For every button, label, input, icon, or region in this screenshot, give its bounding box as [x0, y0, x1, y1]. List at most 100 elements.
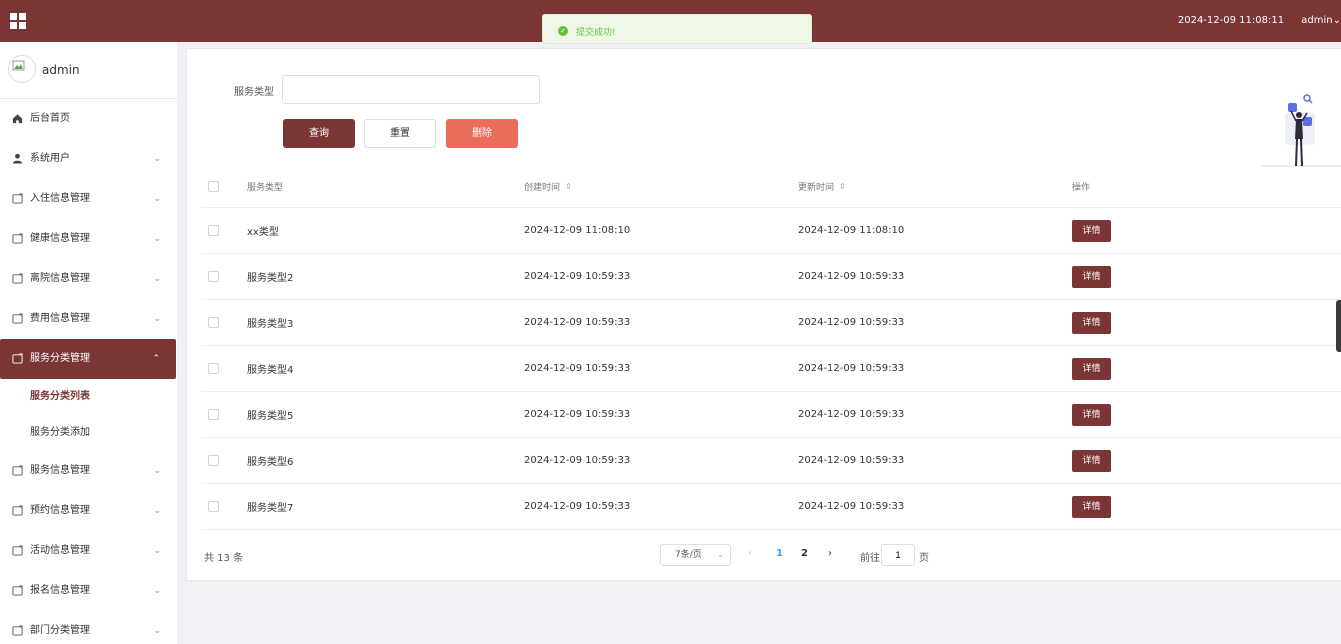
table-row: 服务类型6 2024-12-09 10:59:33 2024-12-09 10:… — [201, 438, 1341, 484]
home-icon — [12, 114, 23, 124]
sidebar-item-discharge[interactable]: 离院信息管理 ⌄ — [0, 259, 177, 299]
detail-button[interactable]: 详情 — [1072, 403, 1111, 426]
cell-updated-time: 2024-12-09 10:59:33 — [798, 363, 905, 374]
sidebar-item-activity[interactable]: 活动信息管理 ⌄ — [0, 531, 177, 571]
sidebar-item-service-info[interactable]: 服务信息管理 ⌄ — [0, 451, 177, 491]
header-label: 更新时间 — [798, 182, 835, 193]
row-checkbox[interactable] — [208, 363, 219, 374]
detail-button[interactable]: 详情 — [1072, 495, 1111, 518]
sidebar-item-health[interactable]: 健康信息管理 ⌄ — [0, 219, 177, 259]
sidebar-subitem-service-category-add[interactable]: 服务分类添加 — [0, 415, 177, 451]
chevron-down-icon: ⌄ — [153, 314, 161, 324]
cell-updated-time: 2024-12-09 10:59:33 — [798, 455, 905, 466]
header-label: 创建时间 — [524, 182, 561, 193]
sidebar-username: admin — [42, 63, 80, 77]
sidebar: admin 后台首页 系统用户 ⌄ 入住信息管理 ⌄ 健康信息管理 ⌄ 离院信息… — [0, 42, 177, 644]
chevron-down-icon: ⌄ — [153, 626, 161, 636]
check-circle-icon: ✓ — [558, 26, 568, 36]
sidebar-item-label: 服务分类管理 — [30, 353, 90, 364]
toast-message: 提交成功! — [576, 28, 616, 38]
search-illustration — [1261, 94, 1341, 167]
cell-updated-time: 2024-12-09 10:59:33 — [798, 317, 905, 328]
chevron-down-icon: ⌄ — [1332, 15, 1341, 26]
next-page-button[interactable]: › — [828, 548, 832, 559]
goto-label: 前往 — [860, 553, 880, 564]
user-icon — [12, 153, 23, 164]
chevron-up-icon: ⌃ — [152, 354, 160, 364]
sidebar-item-checkin[interactable]: 入住信息管理 ⌄ — [0, 179, 177, 219]
sidebar-item-service-category[interactable]: 服务分类管理 ⌃ — [0, 339, 176, 379]
sidebar-item-label: 后台首页 — [30, 113, 70, 124]
service-type-table: 服务类型 创建时间 ⇕ 更新时间 ⇕ 操作 xx类型 2024-12-09 11:0… — [201, 165, 1341, 530]
table-row: 服务类型7 2024-12-09 10:59:33 2024-12-09 10:… — [201, 484, 1341, 530]
row-checkbox[interactable] — [208, 225, 219, 236]
sort-icon[interactable]: ⇕ — [565, 182, 572, 191]
select-all-checkbox[interactable] — [208, 180, 219, 192]
sidebar-item-registration[interactable]: 报名信息管理 ⌄ — [0, 571, 177, 611]
detail-button[interactable]: 详情 — [1072, 449, 1111, 472]
row-checkbox[interactable] — [208, 317, 219, 328]
cell-updated-time: 2024-12-09 10:59:33 — [798, 409, 905, 420]
table-row: 服务类型5 2024-12-09 10:59:33 2024-12-09 10:… — [201, 392, 1341, 438]
side-handle[interactable] — [1336, 300, 1341, 352]
main-content: 服务类型 查询 重置 删除 服务类型 创建时间 ⇕ 更新时间 ⇕ 操作 xx类型 2… — [186, 48, 1341, 581]
sidebar-item-label: 系统用户 — [30, 153, 70, 164]
table-header: 服务类型 创建时间 ⇕ 更新时间 ⇕ 操作 — [201, 165, 1341, 208]
folder-icon — [12, 625, 23, 636]
chevron-down-icon: ⌄ — [153, 546, 161, 556]
sort-icon[interactable]: ⇕ — [839, 182, 846, 191]
sidebar-item-label: 健康信息管理 — [30, 233, 90, 244]
detail-button[interactable]: 详情 — [1072, 311, 1111, 334]
header-username: admin — [1301, 15, 1333, 26]
chevron-down-icon: ⌄ — [717, 550, 724, 559]
row-checkbox[interactable] — [208, 271, 219, 282]
row-checkbox[interactable] — [208, 409, 219, 420]
pagination: 共 13 条 7条/页 ⌄ ‹ 1 2 › 前往 页 — [187, 537, 1341, 573]
grid-menu-icon[interactable] — [10, 13, 26, 29]
header-operation: 操作 — [1072, 182, 1091, 193]
sidebar-item-booking[interactable]: 预约信息管理 ⌄ — [0, 491, 177, 531]
row-checkbox[interactable] — [208, 501, 219, 512]
cell-service-type: 服务类型5 — [247, 411, 294, 422]
page-2-button[interactable]: 2 — [801, 548, 808, 559]
page-1-button[interactable]: 1 — [776, 548, 783, 559]
page-size-select[interactable]: 7条/页 ⌄ — [660, 544, 731, 566]
detail-button[interactable]: 详情 — [1072, 265, 1111, 288]
sidebar-item-department[interactable]: 部门分类管理 ⌄ — [0, 611, 177, 644]
chevron-down-icon: ⌄ — [153, 466, 161, 476]
sidebar-item-fees[interactable]: 费用信息管理 ⌄ — [0, 299, 177, 339]
query-button[interactable]: 查询 — [283, 119, 355, 148]
cell-service-type: 服务类型2 — [247, 273, 294, 284]
cell-service-type: 服务类型4 — [247, 365, 294, 376]
chevron-down-icon: ⌄ — [153, 234, 161, 244]
cell-created-time: 2024-12-09 11:08:10 — [524, 225, 631, 236]
sidebar-subitem-service-category-list[interactable]: 服务分类列表 — [0, 379, 177, 415]
cell-service-type: 服务类型6 — [247, 457, 294, 468]
prev-page-button[interactable]: ‹ — [748, 548, 752, 559]
sidebar-item-system-users[interactable]: 系统用户 ⌄ — [0, 139, 177, 179]
table-row: xx类型 2024-12-09 11:08:10 2024-12-09 11:0… — [201, 208, 1341, 254]
header-created-time[interactable]: 创建时间 ⇕ — [524, 165, 572, 207]
detail-button[interactable]: 详情 — [1072, 357, 1111, 380]
header-updated-time[interactable]: 更新时间 ⇕ — [798, 165, 846, 207]
service-type-input[interactable] — [282, 75, 540, 104]
folder-icon — [12, 273, 23, 284]
cell-service-type: 服务类型3 — [247, 319, 294, 330]
goto-page-input[interactable] — [881, 544, 915, 566]
cell-created-time: 2024-12-09 10:59:33 — [524, 271, 631, 282]
chevron-down-icon: ⌄ — [153, 506, 161, 516]
cell-created-time: 2024-12-09 10:59:33 — [524, 501, 631, 512]
detail-button[interactable]: 详情 — [1072, 219, 1111, 242]
sidebar-item-label: 活动信息管理 — [30, 545, 90, 556]
row-checkbox[interactable] — [208, 455, 219, 466]
sidebar-item-home[interactable]: 后台首页 — [0, 99, 177, 139]
total-count: 共 13 条 — [204, 553, 244, 564]
folder-icon — [12, 505, 23, 516]
header-datetime: 2024-12-09 11:08:11 — [1177, 15, 1285, 26]
delete-button[interactable]: 删除 — [446, 119, 518, 148]
goto-unit: 页 — [919, 553, 929, 564]
header-user-menu[interactable]: admin⌄ — [1301, 15, 1341, 26]
cell-updated-time: 2024-12-09 11:08:10 — [798, 225, 905, 236]
reset-button[interactable]: 重置 — [364, 119, 436, 148]
cell-service-type: 服务类型7 — [247, 503, 294, 514]
